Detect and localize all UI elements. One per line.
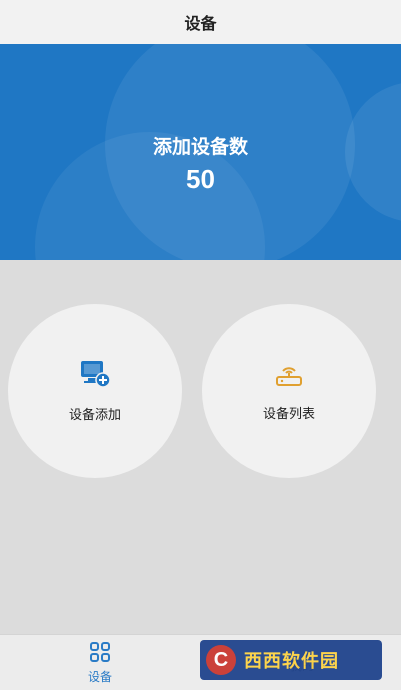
grid-icon — [89, 641, 111, 666]
app-header: 设备 — [0, 0, 401, 44]
site-watermark: C 西西软件园 — [200, 640, 382, 680]
watermark-text: 西西软件园 — [244, 651, 339, 672]
device-list-button[interactable]: 设备列表 — [202, 304, 376, 478]
watermark-logo: C — [206, 645, 236, 675]
device-count-banner: 添加设备数 50 — [0, 44, 401, 260]
device-list-label: 设备列表 — [262, 406, 315, 422]
nav-item-devices[interactable]: 设备 — [80, 641, 120, 685]
add-device-button[interactable]: 设备添加 — [8, 304, 182, 478]
nav-devices-label: 设备 — [87, 670, 112, 684]
router-icon — [275, 361, 303, 391]
add-device-label: 设备添加 — [68, 407, 121, 423]
page-title: 设备 — [184, 14, 217, 33]
device-count-label: 添加设备数 — [152, 136, 248, 158]
add-device-icon — [80, 360, 111, 392]
device-count-value: 50 — [186, 164, 215, 194]
